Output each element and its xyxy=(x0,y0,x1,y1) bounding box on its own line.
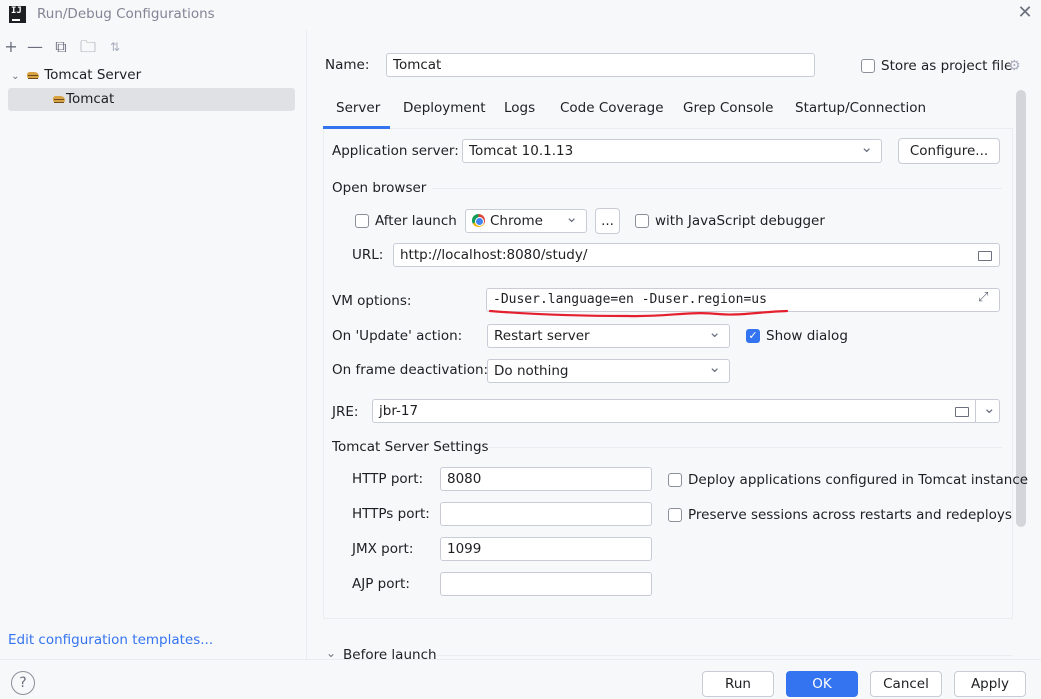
url-value: http://localhost:8080/study/ xyxy=(400,247,588,263)
folder-icon[interactable] xyxy=(978,251,992,261)
tab-startup-connection[interactable]: Startup/Connection xyxy=(795,100,926,122)
on-update-label: On 'Update' action: xyxy=(332,328,463,344)
browser-settings-button[interactable]: ... xyxy=(595,208,620,234)
jmx-port-input[interactable]: 1099 xyxy=(440,537,652,561)
chevron-down-icon: ⌄ xyxy=(8,71,26,82)
deploy-apps-label: Deploy applications configured in Tomcat… xyxy=(688,472,1029,488)
tree-item-label: Tomcat xyxy=(66,91,115,107)
http-port-input[interactable]: 8080 xyxy=(440,467,652,491)
red-annotation-underline xyxy=(488,309,789,318)
ok-button[interactable]: OK xyxy=(786,671,858,697)
window-title: Run/Debug Configurations xyxy=(37,6,215,22)
folder-icon[interactable] xyxy=(955,407,969,417)
vm-options-value: -Duser.language=en -Duser.region=us xyxy=(493,292,767,307)
intellij-logo-icon: IJ xyxy=(9,6,26,23)
chevron-down-icon[interactable]: ⌄ xyxy=(326,646,336,660)
ajp-port-input[interactable] xyxy=(440,572,652,596)
preserve-sessions-label: Preserve sessions across restarts and re… xyxy=(688,507,1012,523)
store-as-project-label: Store as project file xyxy=(881,58,1013,74)
vertical-scrollbar[interactable] xyxy=(1016,90,1026,527)
title-bar: IJ Run/Debug Configurations ✕ xyxy=(0,0,1041,30)
http-port-label: HTTP port: xyxy=(352,471,424,487)
name-label: Name: xyxy=(325,57,370,73)
app-server-value: Tomcat 10.1.13 xyxy=(469,143,574,159)
close-icon[interactable]: ✕ xyxy=(1015,3,1035,23)
tab-logs[interactable]: Logs xyxy=(504,100,535,122)
url-input[interactable]: http://localhost:8080/study/ xyxy=(393,243,1000,267)
frame-deactivation-select[interactable]: Do nothing xyxy=(487,359,730,383)
open-browser-label: Open browser xyxy=(332,180,427,196)
tree-item-tomcat-server[interactable]: ⌄ Tomcat Server xyxy=(8,64,295,87)
app-server-select[interactable]: Tomcat 10.1.13 xyxy=(462,139,882,163)
deploy-apps-checkbox[interactable] xyxy=(668,473,682,487)
tomcat-icon xyxy=(26,70,40,80)
tomcat-settings-label: Tomcat Server Settings xyxy=(332,439,489,455)
frame-deactivation-label: On frame deactivation: xyxy=(332,362,489,378)
help-icon[interactable]: ? xyxy=(11,671,35,695)
jre-label: JRE: xyxy=(332,404,359,420)
jre-value: jbr-17 xyxy=(379,403,419,419)
on-update-value: Restart server xyxy=(494,328,590,344)
tab-deployment[interactable]: Deployment xyxy=(403,100,486,122)
add-icon[interactable]: + xyxy=(2,38,20,56)
copy-icon[interactable]: ⧉ xyxy=(52,38,70,56)
name-input[interactable]: Tomcat xyxy=(386,53,815,77)
preserve-sessions-checkbox[interactable] xyxy=(668,508,682,522)
apply-button[interactable]: Apply xyxy=(954,671,1026,697)
new-folder-icon[interactable]: 🗀 xyxy=(79,38,97,56)
show-dialog-checkbox[interactable]: ✓ xyxy=(746,329,760,343)
remove-icon[interactable]: — xyxy=(26,38,44,56)
tab-server[interactable]: Server xyxy=(336,100,380,122)
sort-icon[interactable]: ⇅ xyxy=(106,38,124,56)
store-as-project-checkbox[interactable] xyxy=(861,59,875,73)
tree-item-tomcat[interactable]: Tomcat xyxy=(8,88,295,111)
expand-icon[interactable]: ⤢ xyxy=(978,290,988,305)
js-debugger-checkbox[interactable] xyxy=(635,214,649,228)
edit-templates-link[interactable]: Edit configuration templates... xyxy=(8,632,213,648)
https-port-label: HTTPs port: xyxy=(352,506,430,522)
js-debugger-label: with JavaScript debugger xyxy=(655,213,825,229)
after-launch-label: After launch xyxy=(375,213,457,229)
url-label: URL: xyxy=(352,247,384,263)
https-port-input[interactable] xyxy=(440,502,652,526)
tab-code-coverage[interactable]: Code Coverage xyxy=(560,100,664,122)
tree-item-label: Tomcat Server xyxy=(44,67,142,83)
section-divider xyxy=(487,447,1002,448)
browser-select[interactable]: Chrome xyxy=(465,209,587,233)
config-tree-pane xyxy=(0,30,307,659)
jmx-port-label: JMX port: xyxy=(352,541,414,557)
chevron-down-icon[interactable]: ⌄ xyxy=(983,399,996,417)
on-update-select[interactable]: Restart server xyxy=(487,324,730,348)
cancel-button[interactable]: Cancel xyxy=(870,671,942,697)
tab-grep-console[interactable]: Grep Console xyxy=(683,100,773,122)
chrome-icon xyxy=(472,214,485,227)
gear-icon[interactable]: ⚙ xyxy=(1008,58,1021,74)
divider xyxy=(975,400,976,422)
ajp-port-label: AJP port: xyxy=(352,576,410,592)
tomcat-icon xyxy=(52,94,66,104)
frame-deactivation-value: Do nothing xyxy=(494,363,569,379)
app-server-label: Application server: xyxy=(332,143,459,159)
vm-options-label: VM options: xyxy=(332,293,412,309)
jre-select[interactable]: jbr-17 xyxy=(372,399,1000,423)
browser-value: Chrome xyxy=(490,213,543,229)
configure-button[interactable]: Configure... xyxy=(898,138,1000,164)
section-divider xyxy=(432,188,1002,189)
run-button[interactable]: Run xyxy=(702,671,774,697)
show-dialog-label: Show dialog xyxy=(766,328,848,344)
section-divider xyxy=(437,655,1012,656)
after-launch-checkbox[interactable] xyxy=(355,214,369,228)
